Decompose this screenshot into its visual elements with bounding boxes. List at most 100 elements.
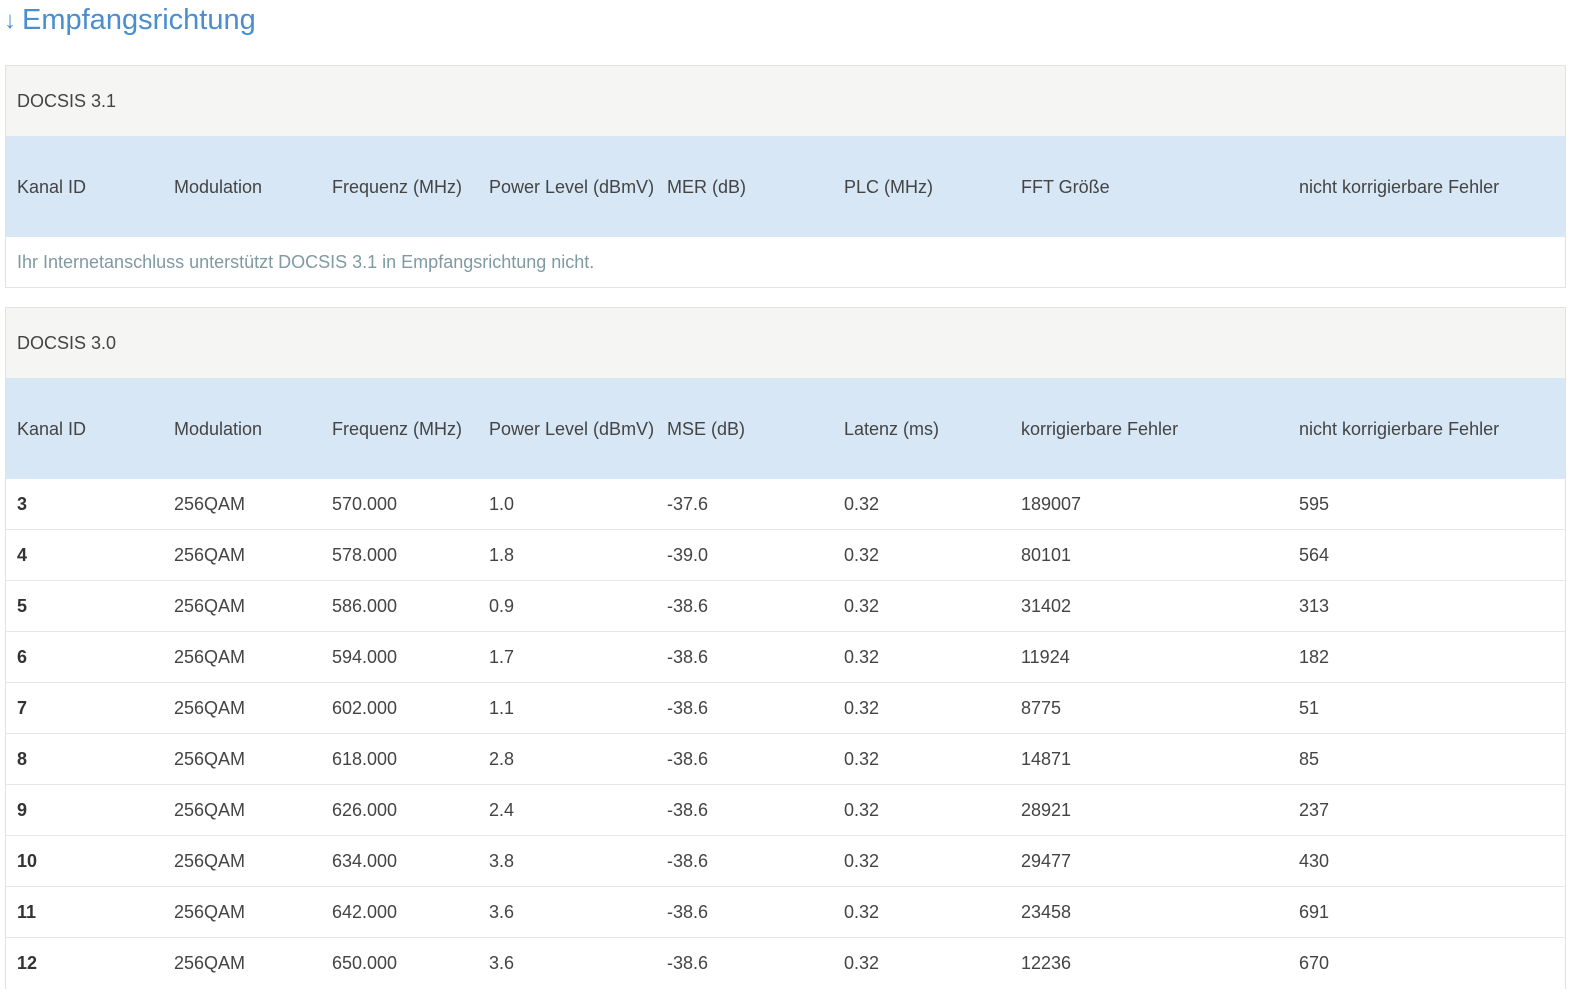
power-level-cell: 1.7 <box>489 646 515 667</box>
korrigierbare-fehler-cell: 80101 <box>1021 544 1072 565</box>
table-row: 12 256QAM 650.000 3.6 -38.6 0.32 12236 670 <box>6 938 1565 989</box>
modulation-cell: 256QAM <box>174 952 246 973</box>
table-row: 9 256QAM 626.000 2.4 -38.6 0.32 28921 237 <box>6 785 1565 836</box>
docsis30-col-header: Kanal ID <box>17 418 87 439</box>
mse-cell: -38.6 <box>667 595 709 616</box>
table-row: 8 256QAM 618.000 2.8 -38.6 0.32 14871 85 <box>6 734 1565 785</box>
docsis30-col-header: Latenz (ms) <box>844 418 940 439</box>
section-heading-label: Empfangsrichtung <box>22 3 256 36</box>
docsis31-col-header: Frequenz (MHz) <box>332 176 463 197</box>
frequenz-cell: 626.000 <box>332 799 398 820</box>
docsis30-table-body: 3 256QAM 570.000 1.0 -37.6 0.32 189007 595 4 256Q… <box>6 479 1565 989</box>
latenz-cell: 0.32 <box>844 646 880 667</box>
frequenz-cell: 570.000 <box>332 493 398 514</box>
nicht-korrigierbare-fehler-cell: 670 <box>1299 952 1330 973</box>
docsis31-col-header: FFT Größe <box>1021 176 1110 197</box>
docsis31-title: DOCSIS 3.1 <box>6 66 1565 136</box>
nicht-korrigierbare-fehler-cell: 430 <box>1299 850 1330 871</box>
nicht-korrigierbare-fehler-cell: 51 <box>1299 697 1320 718</box>
mse-cell: -38.6 <box>667 850 709 871</box>
latenz-cell: 0.32 <box>844 544 880 565</box>
power-level-cell: 0.9 <box>489 595 515 616</box>
table-row: 3 256QAM 570.000 1.0 -37.6 0.32 189007 595 <box>6 479 1565 530</box>
korrigierbare-fehler-cell: 11924 <box>1021 646 1070 667</box>
mse-cell: -38.6 <box>667 646 709 667</box>
kanal-id-cell: 9 <box>17 799 28 820</box>
frequenz-cell: 594.000 <box>332 646 398 667</box>
modulation-cell: 256QAM <box>174 595 246 616</box>
docsis31-col-header: Kanal ID <box>17 176 87 197</box>
kanal-id-cell: 4 <box>17 544 28 565</box>
frequenz-cell: 578.000 <box>332 544 398 565</box>
table-row: 10 256QAM 634.000 3.8 -38.6 0.32 29477 430 <box>6 836 1565 887</box>
kanal-id-cell: 6 <box>17 646 28 667</box>
kanal-id-cell: 7 <box>17 697 28 718</box>
docsis31-col-header: MER (dB) <box>667 176 747 197</box>
nicht-korrigierbare-fehler-cell: 85 <box>1299 748 1320 769</box>
korrigierbare-fehler-cell: 29477 <box>1021 850 1072 871</box>
docsis30-panel: DOCSIS 3.0 Kanal ID Modulation Frequenz … <box>5 307 1566 989</box>
kanal-id-cell: 3 <box>17 493 28 514</box>
nicht-korrigierbare-fehler-cell: 564 <box>1299 544 1330 565</box>
docsis30-col-header: Modulation <box>174 418 263 439</box>
docsis30-table-header: Kanal ID Modulation Frequenz (MHz) Power… <box>6 378 1565 479</box>
korrigierbare-fehler-cell: 28921 <box>1021 799 1072 820</box>
frequenz-cell: 586.000 <box>332 595 398 616</box>
power-level-cell: 2.8 <box>489 748 515 769</box>
power-level-cell: 3.6 <box>489 952 515 973</box>
table-row: 5 256QAM 586.000 0.9 -38.6 0.32 31402 313 <box>6 581 1565 632</box>
modulation-cell: 256QAM <box>174 850 246 871</box>
docsis30-col-header: Power Level (dBmV) <box>489 418 655 439</box>
docsis31-col-header: nicht korrigierbare Fehler <box>1299 176 1500 197</box>
latenz-cell: 0.32 <box>844 748 880 769</box>
kanal-id-cell: 8 <box>17 748 28 769</box>
docsis31-col-header: Modulation <box>174 176 263 197</box>
docsis30-col-header: korrigierbare Fehler <box>1021 418 1179 439</box>
frequenz-cell: 634.000 <box>332 850 398 871</box>
frequenz-cell: 618.000 <box>332 748 398 769</box>
modulation-cell: 256QAM <box>174 748 246 769</box>
mse-cell: -37.6 <box>667 493 709 514</box>
nicht-korrigierbare-fehler-cell: 595 <box>1299 493 1330 514</box>
latenz-cell: 0.32 <box>844 493 880 514</box>
docsis31-col-header: Power Level (dBmV) <box>489 176 655 197</box>
mse-cell: -38.6 <box>667 901 709 922</box>
kanal-id-cell: 5 <box>17 595 28 616</box>
table-row: 6 256QAM 594.000 1.7 -38.6 0.32 11924 182 <box>6 632 1565 683</box>
nicht-korrigierbare-fehler-cell: 691 <box>1299 901 1330 922</box>
docsis30-title: DOCSIS 3.0 <box>6 308 1565 378</box>
kanal-id-cell: 12 <box>17 952 38 973</box>
latenz-cell: 0.32 <box>844 595 880 616</box>
table-row: 7 256QAM 602.000 1.1 -38.6 0.32 8775 51 <box>6 683 1565 734</box>
mse-cell: -38.6 <box>667 697 709 718</box>
latenz-cell: 0.32 <box>844 901 880 922</box>
latenz-cell: 0.32 <box>844 850 880 871</box>
docsis30-col-header: Frequenz (MHz) <box>332 418 463 439</box>
section-heading[interactable]: ↓ Empfangsrichtung <box>4 0 256 40</box>
latenz-cell: 0.32 <box>844 799 880 820</box>
frequenz-cell: 602.000 <box>332 697 398 718</box>
docsis30-col-header: MSE (dB) <box>667 418 746 439</box>
kanal-id-cell: 10 <box>17 850 38 871</box>
docsis31-table-header: Kanal ID Modulation Frequenz (MHz) Power… <box>6 136 1565 237</box>
docsis30-col-header: nicht korrigierbare Fehler <box>1299 418 1500 439</box>
modulation-cell: 256QAM <box>174 646 246 667</box>
korrigierbare-fehler-cell: 31402 <box>1021 595 1072 616</box>
latenz-cell: 0.32 <box>844 952 880 973</box>
latenz-cell: 0.32 <box>844 697 880 718</box>
modulation-cell: 256QAM <box>174 697 246 718</box>
mse-cell: -38.6 <box>667 952 709 973</box>
kanal-id-cell: 11 <box>17 901 37 922</box>
table-row: 4 256QAM 578.000 1.8 -39.0 0.32 80101 564 <box>6 530 1565 581</box>
arrow-down-icon: ↓ <box>4 7 16 34</box>
power-level-cell: 1.0 <box>489 493 515 514</box>
docsis31-col-header: PLC (MHz) <box>844 176 933 197</box>
nicht-korrigierbare-fehler-cell: 313 <box>1299 595 1330 616</box>
modulation-cell: 256QAM <box>174 544 246 565</box>
mse-cell: -38.6 <box>667 799 709 820</box>
modulation-cell: 256QAM <box>174 901 246 922</box>
modulation-cell: 256QAM <box>174 799 246 820</box>
nicht-korrigierbare-fehler-cell: 237 <box>1299 799 1330 820</box>
nicht-korrigierbare-fehler-cell: 182 <box>1299 646 1330 667</box>
korrigierbare-fehler-cell: 14871 <box>1021 748 1072 769</box>
